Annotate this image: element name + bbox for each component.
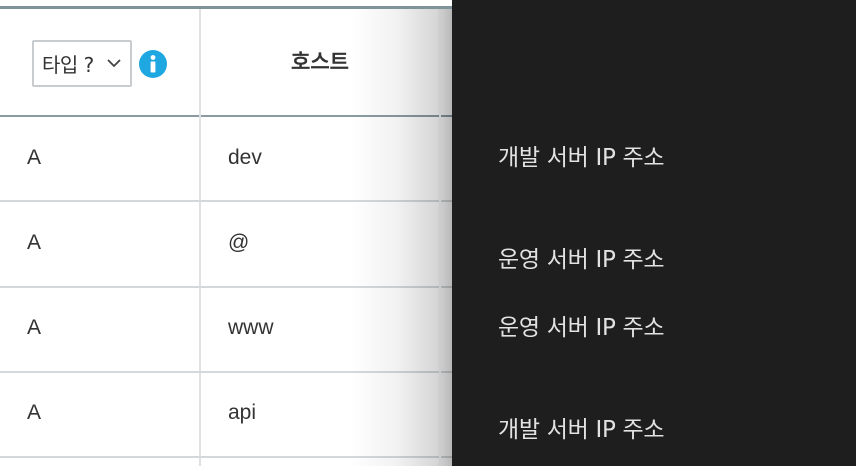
row-divider (0, 286, 452, 288)
record-host-cell[interactable]: www (228, 316, 274, 340)
dns-records-table: 타입 ? 호스트 A dev A @ A www A api (0, 0, 452, 466)
row-divider (0, 371, 452, 373)
record-type-cell: A (27, 401, 42, 424)
host-column-header[interactable]: 호스트 (250, 46, 390, 76)
type-select-dropdown[interactable]: 타입 ? (32, 40, 132, 87)
type-select-value: 타입 ? (42, 53, 94, 77)
row-divider (0, 456, 452, 458)
table-edge-divider (439, 9, 441, 466)
record-type-cell: A (27, 146, 42, 169)
table-top-border (0, 6, 452, 9)
column-divider (199, 9, 201, 466)
record-type-cell: A (27, 231, 42, 254)
scroll-shadow (350, 9, 452, 466)
description-annotation: 개발 서버 IP 주소 (498, 145, 665, 171)
record-host-cell[interactable]: @ (228, 231, 249, 255)
record-host-cell[interactable]: api (228, 401, 256, 425)
description-annotation: 운영 서버 IP 주소 (498, 315, 665, 341)
header-divider (0, 115, 452, 117)
description-annotation: 운영 서버 IP 주소 (498, 247, 665, 273)
record-host-cell[interactable]: dev (228, 146, 262, 170)
info-icon[interactable] (138, 49, 168, 79)
row-divider (0, 200, 452, 202)
record-type-cell: A (27, 316, 42, 339)
chevron-down-icon (107, 59, 121, 68)
description-annotation: 개발 서버 IP 주소 (498, 417, 665, 443)
